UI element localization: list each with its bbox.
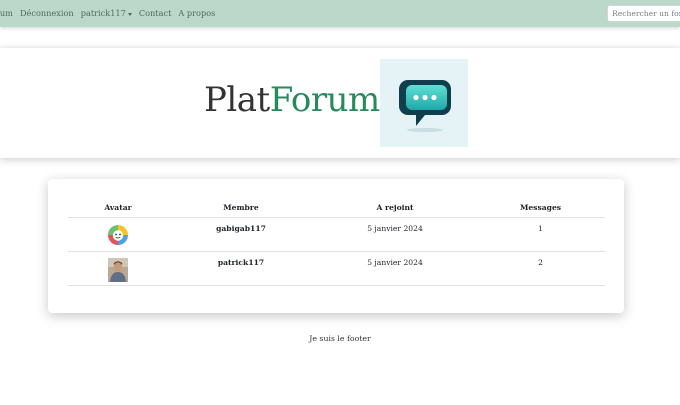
member-name[interactable]: patrick117 [168,252,314,267]
member-cell: gabigab117 [168,217,314,252]
table-row: patrick117 5 janvier 2024 2 [68,251,605,286]
nav-links: rum Déconnexion patrick117 Contact A pro… [0,8,215,18]
table-row: gabigab117 5 janvier 2024 1 [68,217,605,252]
avatar-cell [68,217,168,252]
joined-cell: 5 janvier 2024 [314,251,476,286]
col-header-messages: Messages [476,198,605,218]
member-name[interactable]: gabigab117 [168,218,314,233]
message-count: 2 [538,258,543,267]
brand-title[interactable]: PlatForum [204,80,380,120]
footer-text: Je suis le footer [309,334,371,343]
message-count: 1 [538,224,543,233]
top-navbar: rum Déconnexion patrick117 Contact A pro… [0,0,680,27]
nav-user-dropdown[interactable]: patrick117 [81,8,132,18]
avatar[interactable] [108,225,128,245]
avatar[interactable] [108,258,128,282]
nav-link-forum[interactable]: rum [0,8,13,18]
nav-user-label: patrick117 [80,8,126,18]
col-header-avatar: Avatar [68,198,168,218]
brand-title-part2: Forum [269,80,381,120]
chat-bubble-icon [399,80,451,132]
joined-date: 5 janvier 2024 [367,258,423,267]
site-logo[interactable] [380,59,468,147]
search-input[interactable] [607,5,680,22]
joined-cell: 5 janvier 2024 [314,217,476,252]
nav-link-contact[interactable]: Contact [139,8,172,18]
page-footer: Je suis le footer [0,334,680,343]
caret-down-icon [127,12,132,16]
member-cell: patrick117 [168,251,314,286]
avatar-cell [68,251,168,286]
brand-title-part1: Plat [204,80,270,120]
nav-link-about[interactable]: A propos [178,8,215,18]
nav-link-logout[interactable]: Déconnexion [20,8,74,18]
members-card: Avatar Membre A rejoint Messages gabigab… [48,179,624,313]
members-table: Avatar Membre A rejoint Messages gabigab… [68,198,605,286]
messages-cell: 1 [476,217,605,252]
col-header-joined: A rejoint [314,198,476,218]
messages-cell: 2 [476,251,605,286]
joined-date: 5 janvier 2024 [367,224,423,233]
col-header-member: Membre [168,198,314,218]
table-header-row: Avatar Membre A rejoint Messages [68,198,605,218]
